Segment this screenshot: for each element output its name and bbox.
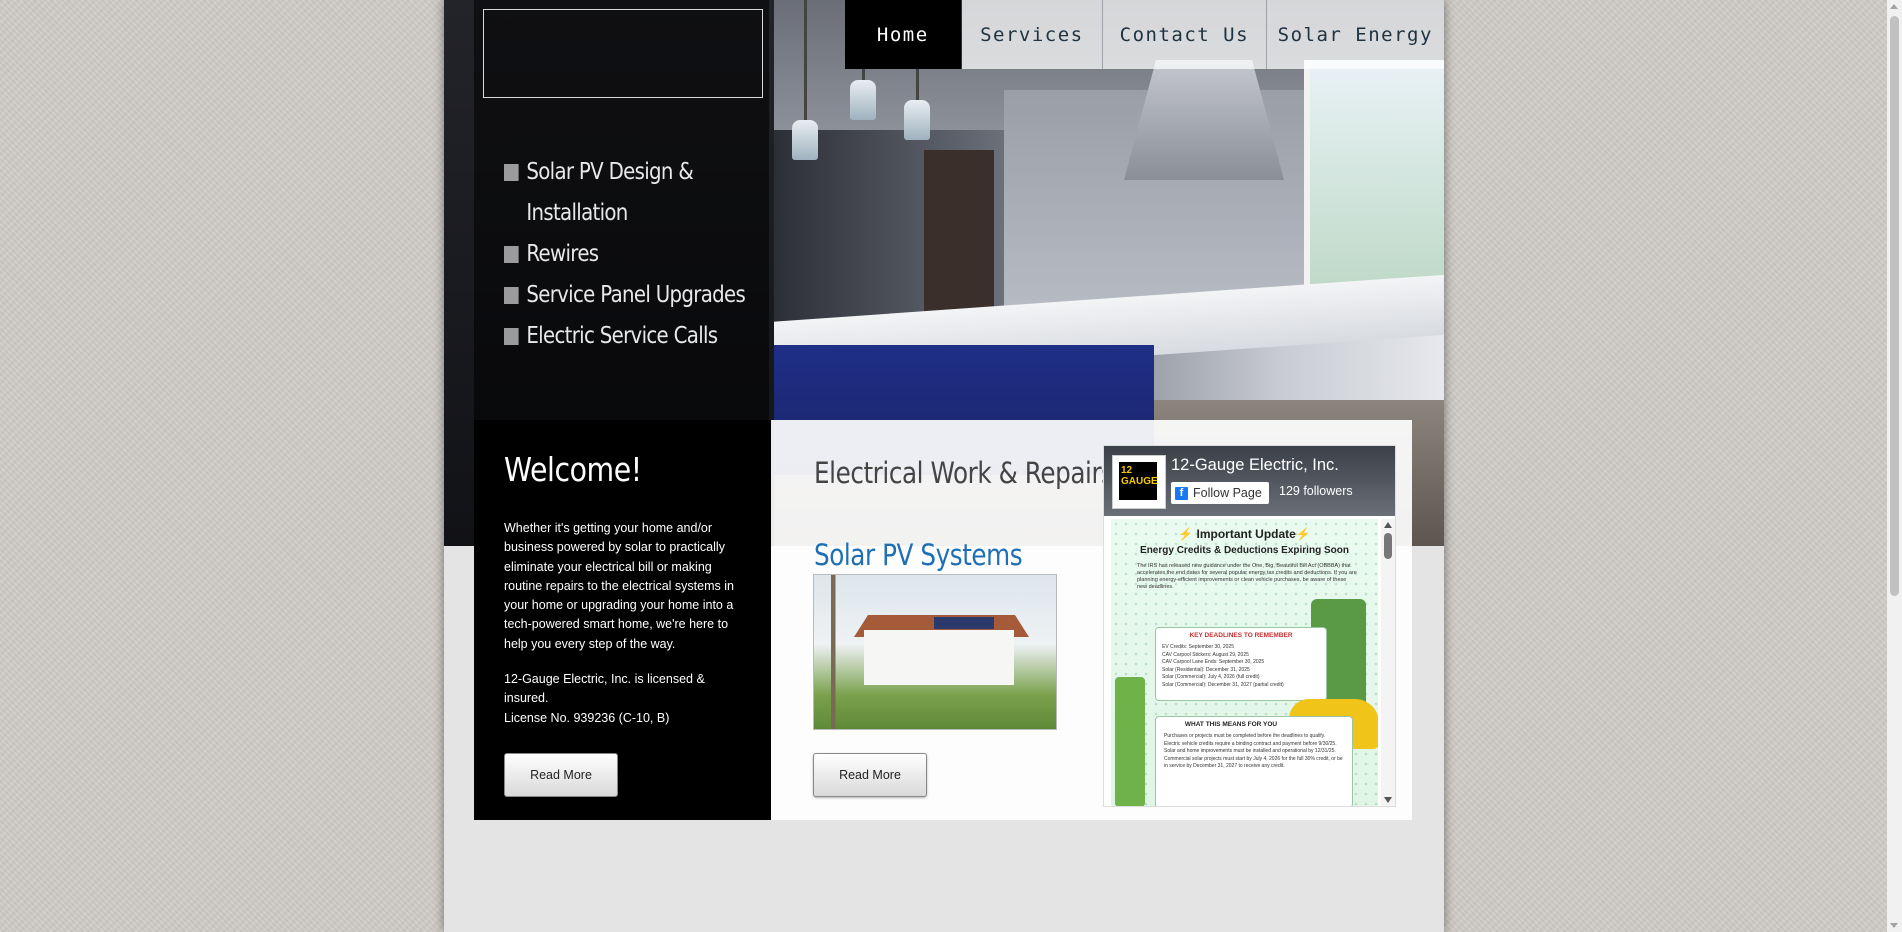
means-title: WHAT THIS MEANS FOR YOU bbox=[1184, 721, 1278, 728]
facebook-page-name[interactable]: 12-Gauge Electric, Inc. bbox=[1171, 456, 1339, 475]
nav-home[interactable]: Home bbox=[845, 0, 962, 69]
facebook-page-widget: 12 GAUGE 12-Gauge Electric, Inc. f Follo… bbox=[1103, 445, 1396, 807]
scroll-up-icon[interactable] bbox=[1890, 4, 1898, 9]
deadlines-title: KEY DEADLINES TO REMEMBER bbox=[1189, 632, 1293, 639]
solar-read-more-button[interactable]: Read More bbox=[813, 753, 927, 797]
solar-panels bbox=[934, 617, 994, 629]
post-body: The IRS has released new guidance under … bbox=[1137, 563, 1357, 590]
company-logo: 12 GAUGE bbox=[1119, 462, 1158, 500]
service-item: Installation bbox=[526, 200, 628, 226]
means-box: WHAT THIS MEANS FOR YOU Purchases or pro… bbox=[1155, 716, 1353, 806]
hero-doorway bbox=[924, 150, 994, 320]
scroll-down-icon[interactable] bbox=[1384, 797, 1392, 803]
license-number: License No. 939236 (C-10, B) bbox=[504, 710, 670, 725]
welcome-section: Welcome! Whether it's getting your home … bbox=[474, 420, 771, 820]
electrical-work-section: Electrical Work & Repairs Solar PV Syste… bbox=[771, 420, 1412, 820]
facebook-page-avatar[interactable]: 12 GAUGE bbox=[1112, 455, 1166, 509]
means-list: Purchases or projects must be completed … bbox=[1164, 733, 1343, 769]
square-bullet-icon bbox=[504, 164, 519, 181]
scroll-thumb[interactable] bbox=[1890, 16, 1899, 596]
post-subtitle: Energy Credits & Deductions Expiring Soo… bbox=[1140, 545, 1349, 556]
main-nav: Home Services Contact Us Solar Energy bbox=[845, 0, 1444, 69]
house-wall bbox=[864, 630, 1014, 685]
logo-placeholder[interactable] bbox=[483, 9, 763, 98]
nav-services[interactable]: Services bbox=[962, 0, 1104, 69]
square-bullet-icon bbox=[504, 328, 519, 345]
welcome-title: Welcome! bbox=[504, 450, 642, 489]
scroll-down-icon[interactable] bbox=[1890, 923, 1898, 928]
scroll-thumb[interactable] bbox=[1384, 533, 1392, 559]
page-wrapper: Solar PV Design & Installation Rewires S… bbox=[444, 0, 1444, 932]
section-title: Electrical Work & Repairs bbox=[814, 456, 1114, 490]
nav-contact-us[interactable]: Contact Us bbox=[1103, 0, 1267, 69]
followers-count: 129 followers bbox=[1279, 484, 1353, 498]
facebook-header: 12 GAUGE 12-Gauge Electric, Inc. f Follo… bbox=[1104, 446, 1395, 516]
scroll-up-icon[interactable] bbox=[1384, 522, 1392, 528]
welcome-read-more-button[interactable]: Read More bbox=[504, 753, 618, 797]
service-item: Electric Service Calls bbox=[504, 316, 718, 357]
nav-solar-energy[interactable]: Solar Energy bbox=[1267, 0, 1444, 69]
service-item: Solar PV Design & bbox=[504, 152, 710, 193]
post-title: ⚡ Important Update⚡ bbox=[1178, 527, 1311, 541]
service-item: Service Panel Upgrades bbox=[504, 275, 746, 316]
follow-page-button[interactable]: f Follow Page bbox=[1171, 482, 1269, 504]
solar-house-image[interactable] bbox=[813, 574, 1057, 730]
deadlines-list: EV Credits: September 30, 2025 CAV Carpo… bbox=[1162, 644, 1284, 688]
square-bullet-icon bbox=[504, 287, 519, 304]
facebook-post-image[interactable]: ⚡ Important Update⚡ Energy Credits & Ded… bbox=[1111, 519, 1378, 806]
pendant-light bbox=[792, 0, 818, 160]
square-bullet-icon bbox=[504, 246, 519, 263]
widget-scrollbar[interactable] bbox=[1381, 519, 1395, 806]
services-list: Solar PV Design & Installation Rewires S… bbox=[504, 152, 746, 357]
ev-charger-left bbox=[1115, 677, 1145, 806]
page-scrollbar[interactable] bbox=[1887, 0, 1902, 932]
license-info: 12-Gauge Electric, Inc. is licensed & in… bbox=[504, 670, 736, 728]
service-item: Rewires bbox=[504, 234, 710, 275]
palm-tree bbox=[819, 575, 849, 729]
license-line: 12-Gauge Electric, Inc. is licensed & in… bbox=[504, 672, 705, 706]
facebook-icon: f bbox=[1175, 486, 1188, 500]
deadlines-box: KEY DEADLINES TO REMEMBER EV Credits: Se… bbox=[1155, 627, 1327, 701]
welcome-paragraph: Whether it's getting your home and/or bu… bbox=[504, 521, 734, 651]
solar-pv-link[interactable]: Solar PV Systems bbox=[814, 538, 1023, 572]
